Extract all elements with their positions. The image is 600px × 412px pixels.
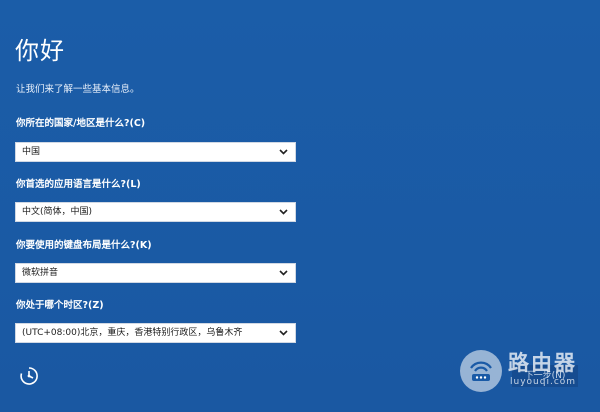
page-subtitle: 让我们来了解一些基本信息。 bbox=[16, 84, 140, 95]
timezone-select-value: (UTC+08:00)北京，重庆，香港特别行政区，乌鲁木齐 bbox=[22, 328, 243, 338]
chevron-down-icon bbox=[279, 270, 288, 276]
language-select[interactable]: 中文(简体，中国) bbox=[15, 202, 296, 222]
ease-of-access-icon[interactable] bbox=[18, 365, 40, 387]
page-title: 你好 bbox=[15, 37, 65, 65]
keyboard-select-value: 微软拼音 bbox=[22, 268, 59, 278]
language-question-label: 你首选的应用语言是什么?(L) bbox=[16, 179, 141, 190]
country-question-label: 你所在的国家/地区是什么?(C) bbox=[16, 118, 146, 129]
watermark-sub-text: luyouqi.com bbox=[510, 377, 577, 387]
language-select-value: 中文(简体，中国) bbox=[22, 207, 93, 217]
watermark-main-text: 路由器 bbox=[508, 351, 577, 375]
keyboard-question-label: 你要使用的键盘布局是什么?(K) bbox=[16, 240, 152, 251]
timezone-question-label: 你处于哪个时区?(Z) bbox=[16, 300, 104, 311]
country-select-value: 中国 bbox=[22, 147, 41, 157]
setup-screen: 你好 让我们来了解一些基本信息。 你所在的国家/地区是什么?(C) 中国 你首选… bbox=[0, 0, 600, 412]
country-select[interactable]: 中国 bbox=[15, 142, 296, 162]
chevron-down-icon bbox=[279, 209, 288, 215]
watermark-logo: 路由器 luyouqi.com bbox=[460, 350, 590, 398]
timezone-select[interactable]: (UTC+08:00)北京，重庆，香港特别行政区，乌鲁木齐 bbox=[15, 323, 296, 343]
router-logo-icon bbox=[460, 350, 502, 392]
chevron-down-icon bbox=[279, 330, 288, 336]
keyboard-select[interactable]: 微软拼音 bbox=[15, 263, 296, 283]
chevron-down-icon bbox=[279, 149, 288, 155]
